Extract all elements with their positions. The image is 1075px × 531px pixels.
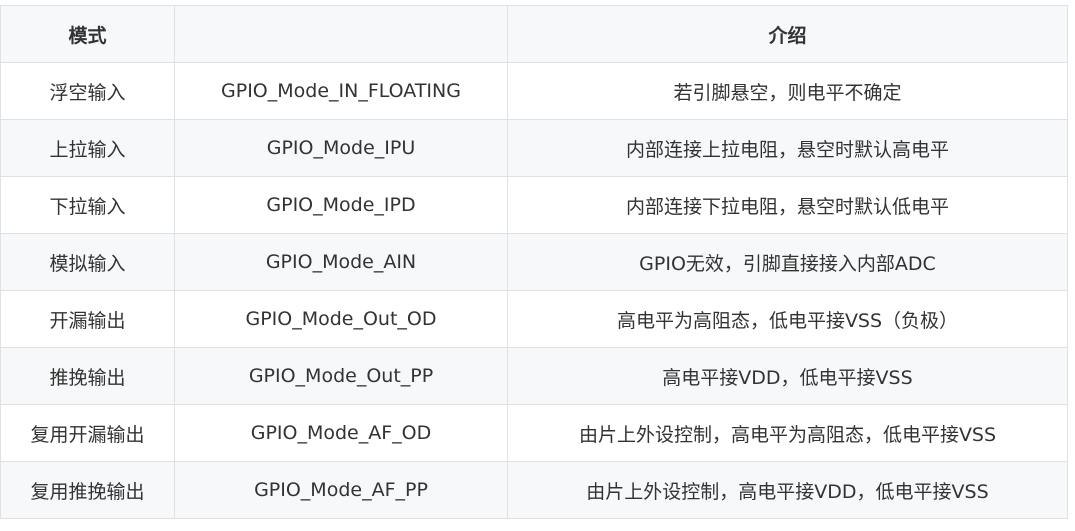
table-row: 推挽输出 GPIO_Mode_Out_PP 高电平接VDD，低电平接VSS [0,347,1068,405]
cell-constant: GPIO_Mode_IPD [174,176,508,234]
table-row: 上拉输入 GPIO_Mode_IPU 内部连接上拉电阻，悬空时默认高电平 [0,119,1068,177]
header-description: 介绍 [507,5,1068,63]
cell-description: 若引脚悬空，则电平不确定 [507,62,1068,120]
table-row: 复用推挽输出 GPIO_Mode_AF_PP 由片上外设控制，高电平接VDD，低… [0,461,1068,519]
table-body: 浮空输入 GPIO_Mode_IN_FLOATING 若引脚悬空，则电平不确定 … [0,62,1068,519]
table-row: 浮空输入 GPIO_Mode_IN_FLOATING 若引脚悬空，则电平不确定 [0,62,1068,120]
cell-description: 由片上外设控制，高电平为高阻态，低电平接VSS [507,404,1068,462]
cell-mode: 开漏输出 [0,290,175,348]
cell-mode: 复用推挽输出 [0,461,175,519]
cell-constant: GPIO_Mode_AF_OD [174,404,508,462]
table-header: 模式 介绍 [0,5,1068,63]
header-row: 模式 介绍 [0,5,1068,63]
table-row: 开漏输出 GPIO_Mode_Out_OD 高电平为高阻态，低电平接VSS（负极… [0,290,1068,348]
table-row: 下拉输入 GPIO_Mode_IPD 内部连接下拉电阻，悬空时默认低电平 [0,176,1068,234]
cell-constant: GPIO_Mode_IPU [174,119,508,177]
cell-constant: GPIO_Mode_AIN [174,233,508,291]
cell-mode: 上拉输入 [0,119,175,177]
header-constant [174,5,508,63]
cell-constant: GPIO_Mode_AF_PP [174,461,508,519]
table-row: 模拟输入 GPIO_Mode_AIN GPIO无效，引脚直接接入内部ADC [0,233,1068,291]
table-row: 复用开漏输出 GPIO_Mode_AF_OD 由片上外设控制，高电平为高阻态，低… [0,404,1068,462]
header-mode: 模式 [0,5,175,63]
cell-description: 内部连接上拉电阻，悬空时默认高电平 [507,119,1068,177]
cell-description: 由片上外设控制，高电平接VDD，低电平接VSS [507,461,1068,519]
cell-description: GPIO无效，引脚直接接入内部ADC [507,233,1068,291]
gpio-mode-table-container: 模式 介绍 浮空输入 GPIO_Mode_IN_FLOATING 若引脚悬空，则… [0,5,1068,519]
cell-mode: 浮空输入 [0,62,175,120]
cell-constant: GPIO_Mode_IN_FLOATING [174,62,508,120]
cell-description: 高电平为高阻态，低电平接VSS（负极） [507,290,1068,348]
cell-mode: 复用开漏输出 [0,404,175,462]
cell-mode: 模拟输入 [0,233,175,291]
cell-mode: 下拉输入 [0,176,175,234]
gpio-mode-table: 模式 介绍 浮空输入 GPIO_Mode_IN_FLOATING 若引脚悬空，则… [0,5,1068,519]
cell-constant: GPIO_Mode_Out_OD [174,290,508,348]
cell-description: 高电平接VDD，低电平接VSS [507,347,1068,405]
cell-constant: GPIO_Mode_Out_PP [174,347,508,405]
cell-description: 内部连接下拉电阻，悬空时默认低电平 [507,176,1068,234]
cell-mode: 推挽输出 [0,347,175,405]
